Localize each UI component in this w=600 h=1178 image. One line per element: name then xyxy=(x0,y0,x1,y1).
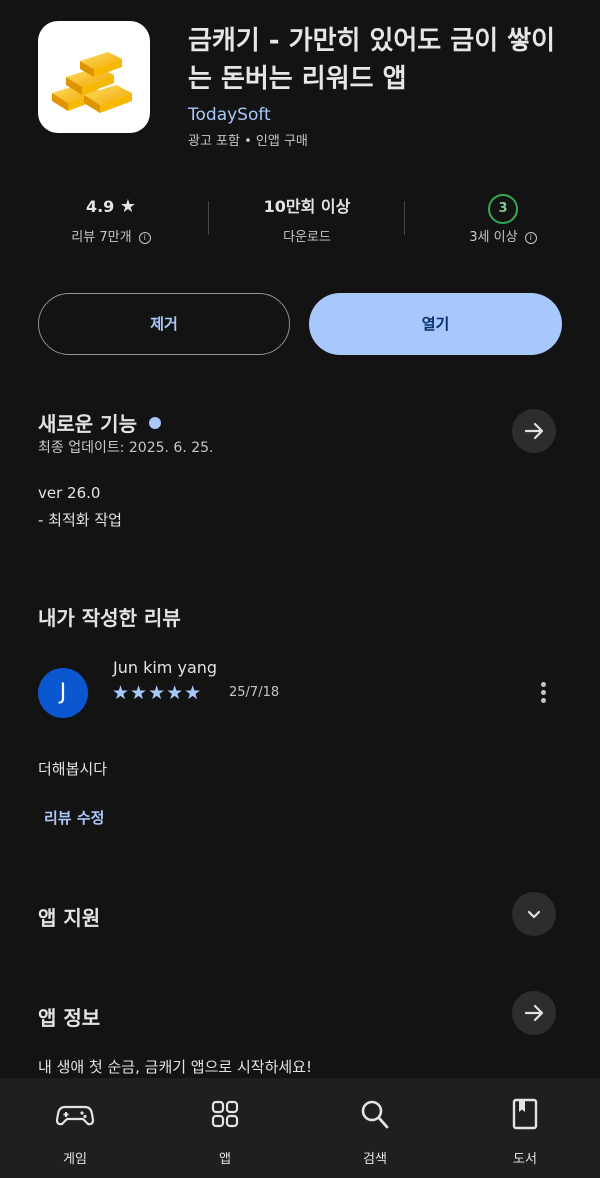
downloads-stat: 10만회 이상 다운로드 xyxy=(222,192,392,245)
open-button[interactable]: 열기 xyxy=(309,293,562,355)
star-icon: ★ xyxy=(119,196,137,217)
info-icon: i xyxy=(138,232,151,244)
uninstall-button[interactable]: 제거 xyxy=(38,293,290,355)
rating-value: 4.9 xyxy=(85,197,115,216)
review-date: 25/7/18 xyxy=(229,685,280,700)
last-updated: 최종 업데이트: 2025. 6. 25. xyxy=(38,440,214,456)
divider xyxy=(404,201,405,235)
app-icon xyxy=(38,21,150,133)
whats-new-title: 새로운 기능 xyxy=(38,412,137,436)
nav-item-apps[interactable]: 앱 xyxy=(150,1078,300,1178)
new-indicator-dot xyxy=(148,417,161,429)
gold-bars-icon xyxy=(52,52,132,113)
divider xyxy=(208,201,209,235)
edit-review-link[interactable]: 리뷰 수정 xyxy=(44,807,104,828)
nav-label-books: 도서 xyxy=(513,1152,537,1167)
nav-item-games[interactable]: 게임 xyxy=(0,1078,150,1178)
developer-link[interactable]: TodaySoft xyxy=(188,105,271,125)
nav-item-books[interactable]: 도서 xyxy=(450,1078,600,1178)
my-review-heading: 내가 작성한 리뷰 xyxy=(38,606,181,630)
app-support-expand-button[interactable] xyxy=(512,892,556,936)
nav-label-search: 검색 xyxy=(363,1152,387,1167)
downloads-label: 다운로드 xyxy=(283,230,331,245)
arrow-right-icon xyxy=(524,1004,544,1022)
release-note: - 최적화 작업 xyxy=(38,511,122,529)
search-icon xyxy=(361,1100,389,1129)
more-options-icon[interactable] xyxy=(531,679,555,709)
version-text: ver 26.0 xyxy=(38,484,101,502)
age-rating-label: 3세 이상 xyxy=(469,230,518,245)
reviewer-name: Jun kim yang xyxy=(113,658,218,677)
whats-new-arrow-button[interactable] xyxy=(512,409,556,453)
reviews-count: 리뷰 7만개 xyxy=(71,230,132,245)
app-info-heading[interactable]: 앱 정보 xyxy=(38,1002,100,1031)
nav-label-apps: 앱 xyxy=(219,1152,231,1167)
review-stars: ★★★★★ xyxy=(112,682,203,704)
info-icon: i xyxy=(524,232,537,244)
app-info-arrow-button[interactable] xyxy=(512,991,556,1035)
nav-label-games: 게임 xyxy=(63,1152,87,1167)
apps-grid-icon xyxy=(211,1100,239,1128)
whats-new-heading[interactable]: 새로운 기능 xyxy=(38,408,161,437)
age-rating-stat[interactable]: 3 3세 이상 i xyxy=(418,192,588,245)
app-support-heading[interactable]: 앱 지원 xyxy=(38,902,100,931)
rating-stat[interactable]: 4.9 ★ 리뷰 7만개 i xyxy=(26,192,196,245)
gamepad-icon xyxy=(55,1105,95,1126)
downloads-value: 10만회 이상 xyxy=(263,197,351,216)
bottom-navigation: 게임 앱 검색 도서 xyxy=(0,1078,600,1178)
chevron-down-icon xyxy=(527,910,541,919)
app-subtitle: 광고 포함 • 인앱 구매 xyxy=(188,134,308,149)
app-description: 내 생애 첫 순금, 금캐기 앱으로 시작하세요! xyxy=(38,1058,312,1076)
review-text: 더해봅시다 xyxy=(38,760,108,778)
nav-item-search[interactable]: 검색 xyxy=(300,1078,450,1178)
arrow-right-icon xyxy=(524,422,544,440)
avatar: J xyxy=(38,668,88,718)
book-icon xyxy=(512,1098,538,1130)
app-title: 금캐기 - 가만히 있어도 금이 쌓이는 돈버는 리워드 앱 xyxy=(188,26,556,94)
age-rating-badge: 3 xyxy=(488,194,518,224)
